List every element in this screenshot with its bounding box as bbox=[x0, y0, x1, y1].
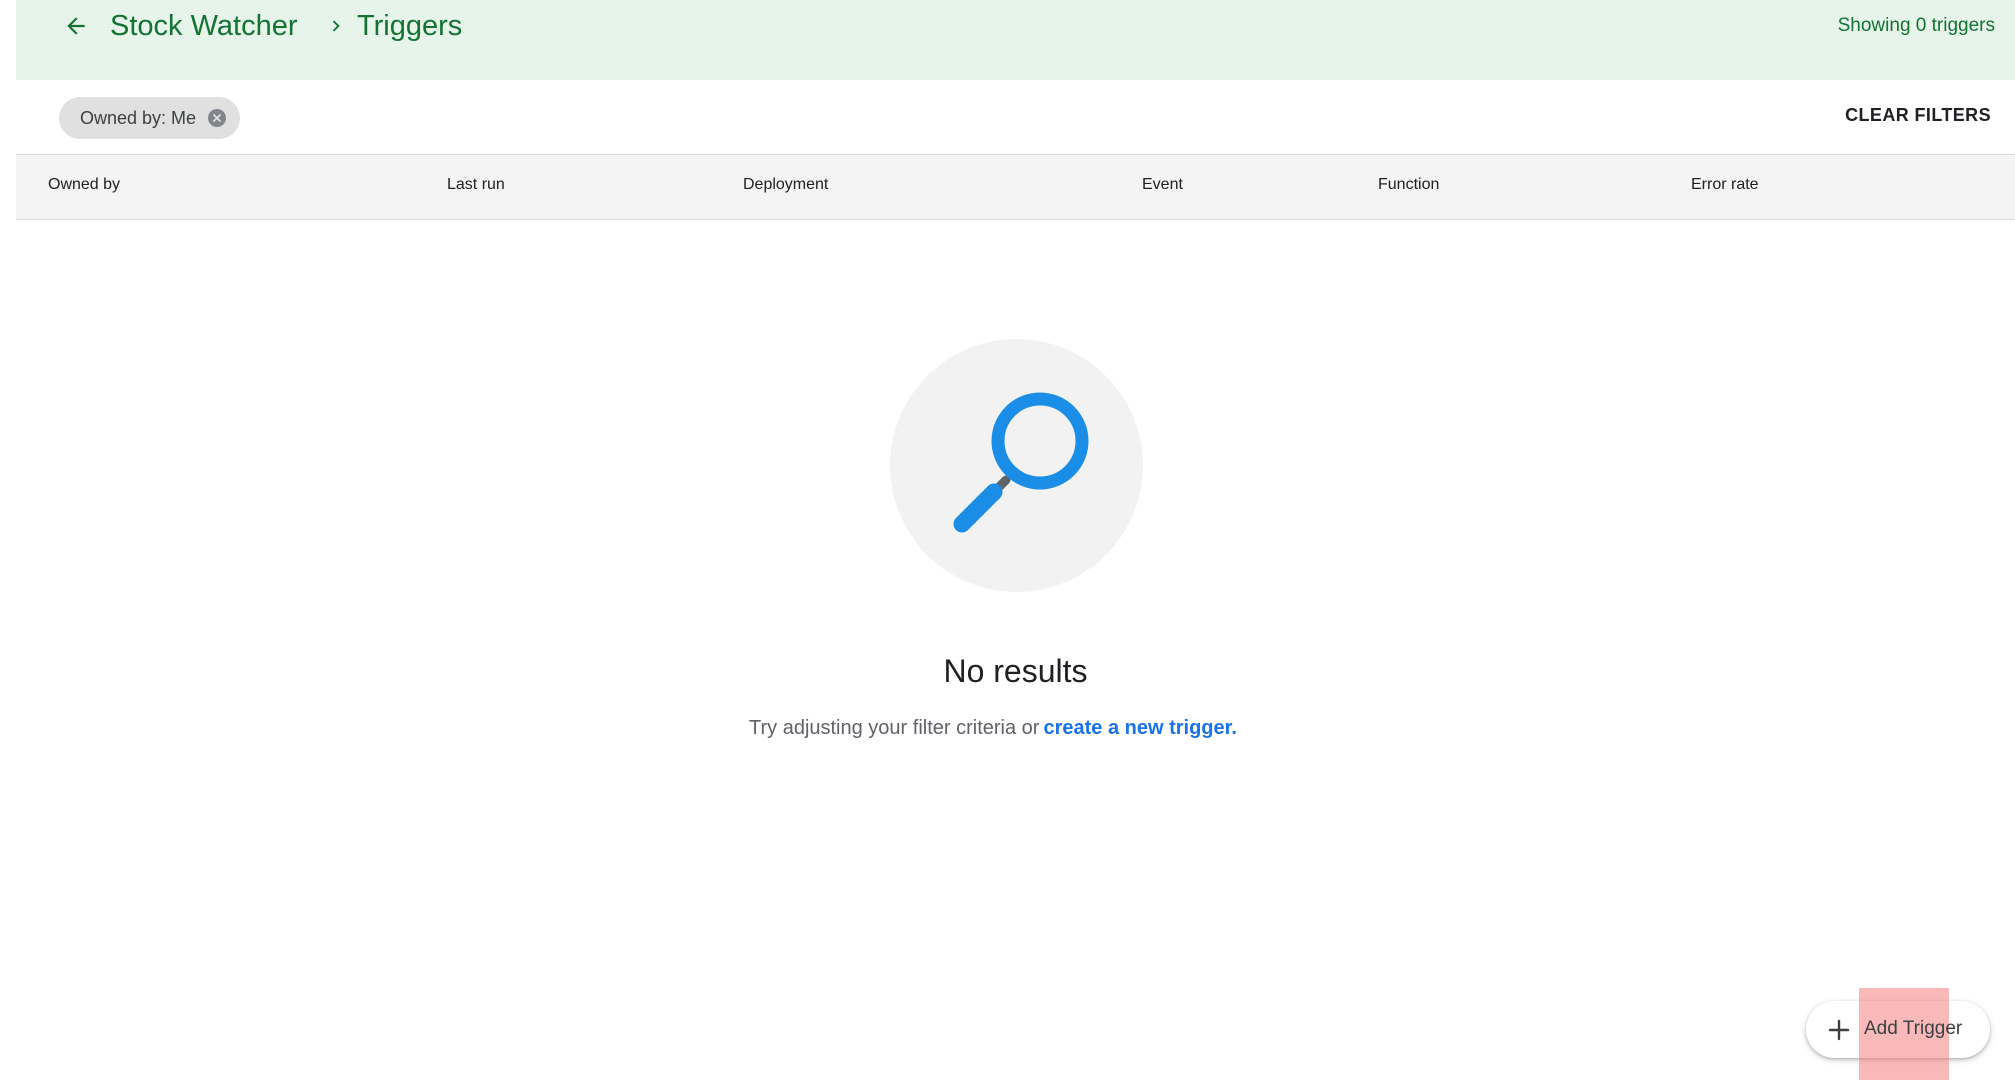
column-header-function[interactable]: Function bbox=[1378, 176, 1439, 194]
page-header: Stock Watcher Triggers Showing 0 trigger… bbox=[16, 0, 2015, 80]
plus-icon bbox=[1826, 1017, 1852, 1043]
magnifier-icon bbox=[953, 392, 1089, 533]
close-circle-icon[interactable] bbox=[208, 109, 227, 127]
empty-state-illustration bbox=[890, 339, 1143, 592]
chevron-right-icon bbox=[322, 12, 350, 40]
column-header-owned-by[interactable]: Owned by bbox=[48, 176, 120, 194]
empty-state-message: Try adjusting your filter criteria or cre… bbox=[749, 717, 1237, 740]
page-title: Triggers bbox=[357, 10, 463, 42]
result-count: Showing 0 triggers bbox=[1837, 15, 1995, 36]
column-header-deployment[interactable]: Deployment bbox=[743, 176, 828, 194]
triggers-page: Stock Watcher Triggers Showing 0 trigger… bbox=[0, 0, 2015, 1080]
filter-chip-owned-by[interactable]: Owned by: Me bbox=[59, 97, 241, 139]
add-trigger-label: Add Trigger bbox=[1864, 1018, 1963, 1039]
clear-filters-button[interactable]: CLEAR FILTERS bbox=[1845, 105, 1991, 126]
empty-state-text: Try adjusting your filter criteria or bbox=[749, 717, 1040, 739]
filter-bar: Owned by: Me CLEAR FILTERS bbox=[16, 80, 2015, 155]
column-header-last-run[interactable]: Last run bbox=[447, 176, 505, 194]
column-header-error-rate[interactable]: Error rate bbox=[1691, 176, 1759, 194]
empty-state-title: No results bbox=[943, 653, 1088, 689]
breadcrumb-app-link[interactable]: Stock Watcher bbox=[110, 6, 297, 46]
create-trigger-link[interactable]: create a new trigger. bbox=[1043, 717, 1236, 739]
arrow-back-icon bbox=[67, 17, 85, 35]
column-header-event[interactable]: Event bbox=[1142, 176, 1183, 194]
back-button[interactable] bbox=[56, 6, 96, 46]
add-trigger-button[interactable]: Add Trigger bbox=[1806, 988, 1990, 1080]
table-header: Owned by Last run Deployment Event Funct… bbox=[16, 155, 2015, 220]
filter-chip-label: Owned by: Me bbox=[80, 107, 197, 128]
